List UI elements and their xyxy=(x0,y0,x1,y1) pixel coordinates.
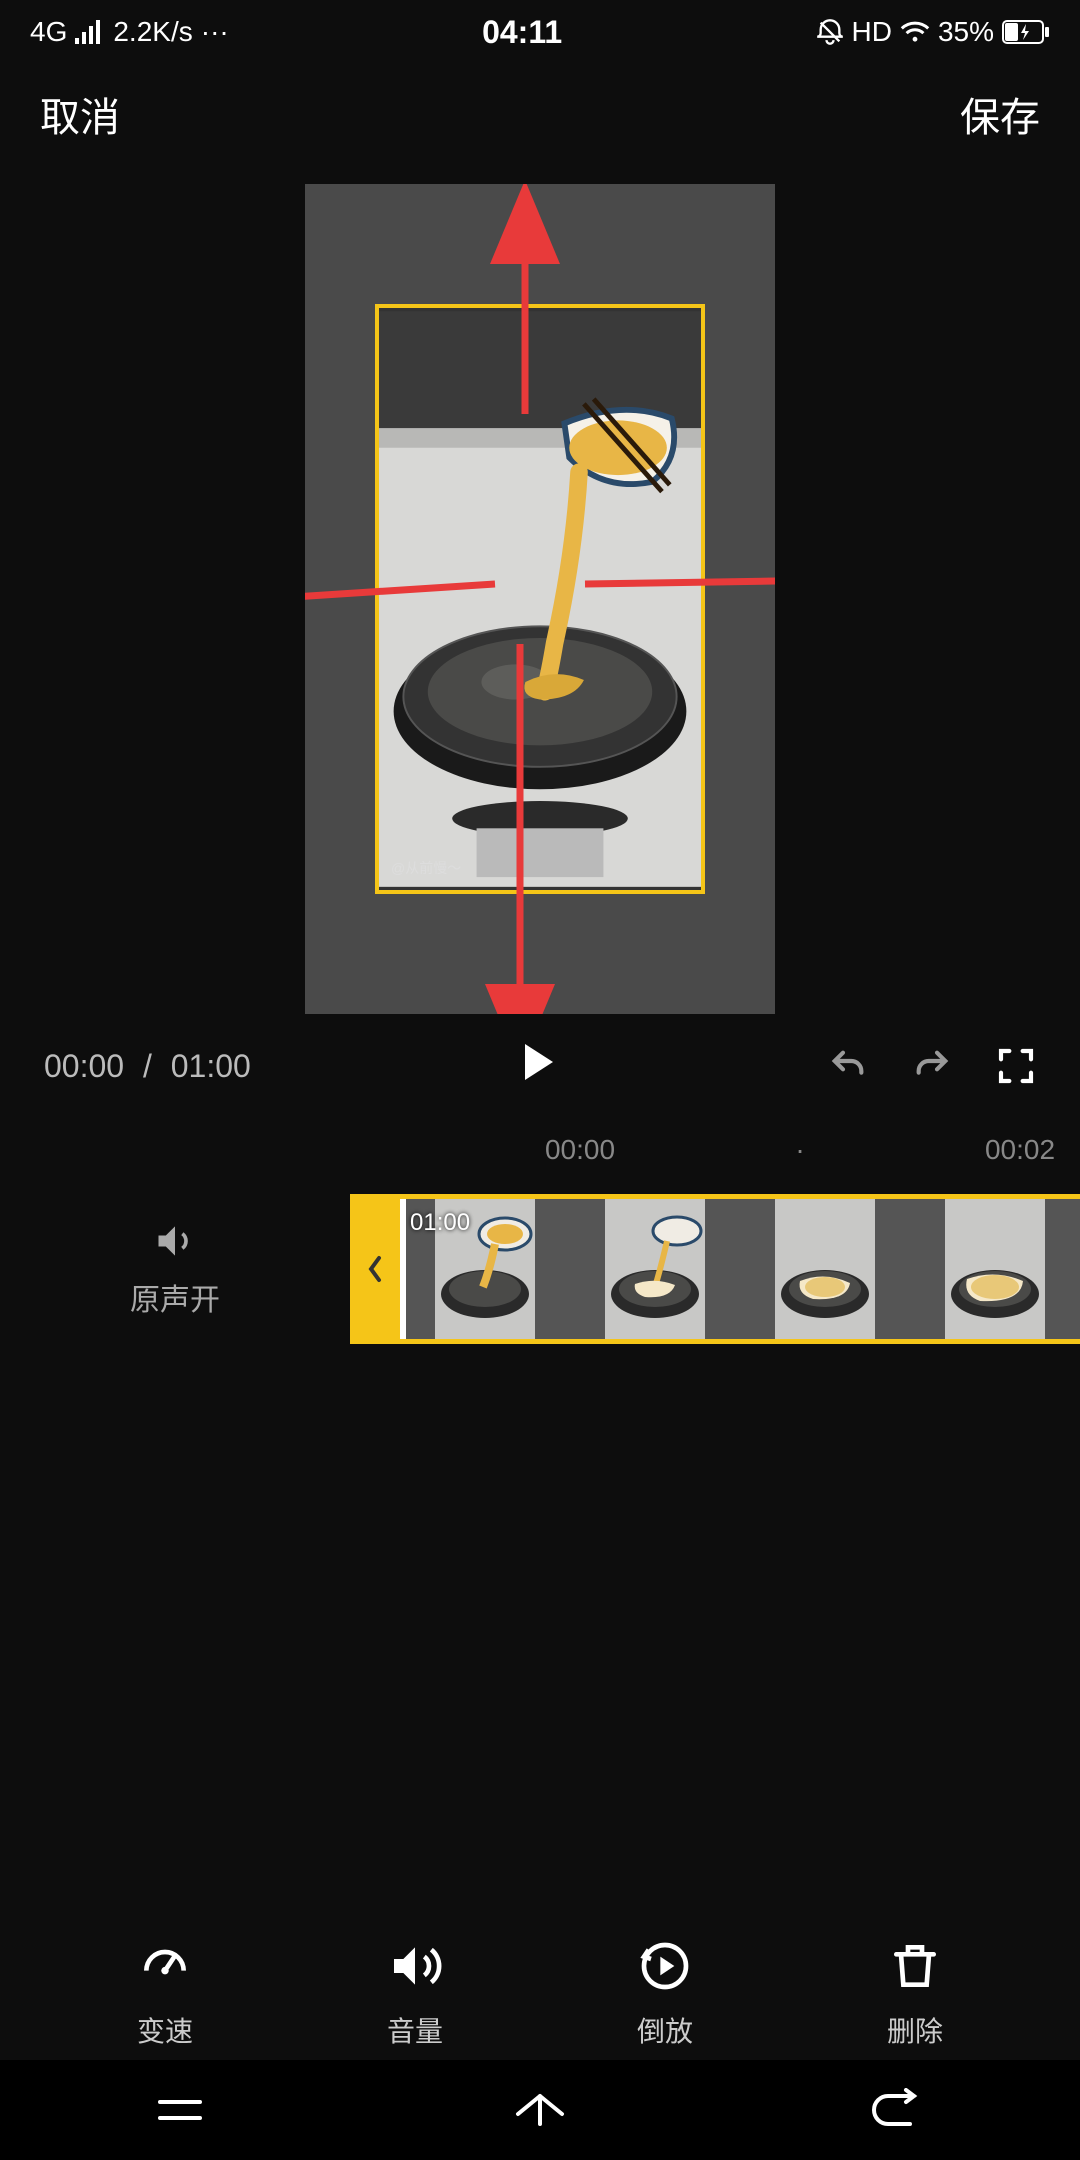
status-time: 04:11 xyxy=(482,14,562,51)
nav-menu-button[interactable] xyxy=(150,2090,210,2130)
clip-thumbnails[interactable] xyxy=(400,1199,1080,1339)
delete-label: 删除 xyxy=(887,2010,943,2050)
status-bar: 4G 2.2K/s ··· 04:11 HD 35% xyxy=(0,0,1080,64)
more-dots: ··· xyxy=(201,16,229,48)
original-sound-label: 原声开 xyxy=(130,1275,220,1319)
preview-area: @从前慢～ xyxy=(0,164,1080,1014)
ruler-dot: · xyxy=(690,1134,910,1166)
playhead[interactable] xyxy=(400,1194,406,1344)
speed-icon xyxy=(137,1938,193,1994)
speed-label: 变速 xyxy=(137,2010,193,2050)
top-bar: 取消 保存 xyxy=(0,64,1080,164)
save-button[interactable]: 保存 xyxy=(960,85,1040,143)
reverse-icon xyxy=(637,1938,693,1994)
battery-pct: 35% xyxy=(938,16,994,48)
clip-thumb xyxy=(570,1199,740,1339)
volume-icon xyxy=(387,1938,443,1994)
hd-label: HD xyxy=(852,16,892,48)
volume-tool[interactable]: 音量 xyxy=(387,1938,443,2050)
redo-button[interactable] xyxy=(912,1046,952,1086)
wifi-icon xyxy=(900,20,930,44)
network-speed: 2.2K/s xyxy=(113,16,192,48)
battery-charging-icon xyxy=(1002,20,1050,44)
delete-tool[interactable]: 删除 xyxy=(887,1938,943,2050)
time-total: 01:00 xyxy=(171,1048,251,1084)
reverse-tool[interactable]: 倒放 xyxy=(637,1938,693,2050)
signal-icon xyxy=(75,20,105,44)
watermark-text: @从前慢～ xyxy=(391,858,461,878)
time-current: 00:00 xyxy=(44,1048,124,1084)
network-type: 4G xyxy=(30,16,67,48)
timeline: 原声开 01:00 xyxy=(0,1194,1080,1344)
ruler-mark: 00:00 xyxy=(470,1134,690,1166)
crop-frame[interactable]: @从前慢～ xyxy=(375,304,705,894)
clip-thumb xyxy=(910,1199,1080,1339)
volume-label: 音量 xyxy=(387,2010,443,2050)
video-frame-image xyxy=(379,308,701,890)
clip-thumb xyxy=(740,1199,910,1339)
nav-back-button[interactable] xyxy=(870,2088,930,2132)
play-icon xyxy=(521,1042,557,1082)
reverse-label: 倒放 xyxy=(637,2010,693,2050)
preview-canvas[interactable]: @从前慢～ xyxy=(305,184,775,1014)
cancel-button[interactable]: 取消 xyxy=(40,85,120,143)
clip-strip[interactable]: 01:00 xyxy=(350,1194,1080,1344)
time-sep: / xyxy=(143,1048,152,1084)
chevron-left-icon xyxy=(365,1254,385,1284)
play-button[interactable] xyxy=(521,1042,557,1090)
speed-tool[interactable]: 变速 xyxy=(137,1938,193,2050)
original-sound-toggle[interactable]: 原声开 xyxy=(0,1219,350,1319)
ruler-mark: 00:02 xyxy=(910,1134,1080,1166)
clip-left-handle[interactable] xyxy=(350,1199,400,1339)
nav-home-button[interactable] xyxy=(510,2088,570,2132)
system-nav-bar xyxy=(0,2060,1080,2160)
fullscreen-button[interactable] xyxy=(996,1046,1036,1086)
volume-icon xyxy=(153,1219,197,1263)
clip-duration-label: 01:00 xyxy=(410,1209,470,1237)
trash-icon xyxy=(887,1938,943,1994)
tool-row: 变速 音量 倒放 删除 xyxy=(0,1938,1080,2050)
timeline-ruler: 00:00 · 00:02 · xyxy=(0,1118,1080,1194)
playback-controls: 00:00 / 01:00 xyxy=(0,1014,1080,1118)
mute-icon xyxy=(816,18,844,46)
undo-button[interactable] xyxy=(828,1046,868,1086)
